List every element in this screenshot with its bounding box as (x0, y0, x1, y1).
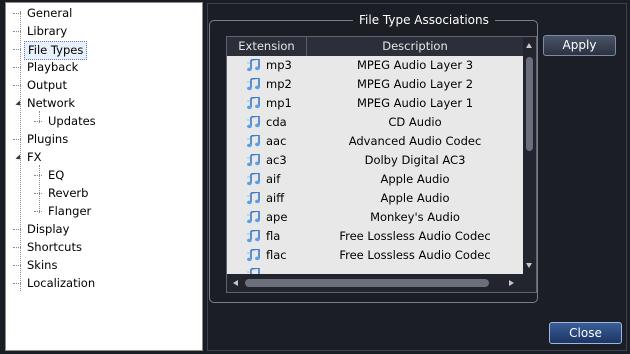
list-header: Extension Description (227, 37, 523, 56)
tree-item-label: Display (27, 222, 70, 236)
tree-item-skins[interactable]: Skins (13, 257, 60, 274)
list-rows: mp3 MPEG Audio Layer 3 mp2 MPEG Audio Layer… (227, 56, 523, 274)
row-description: MPEG Audio Layer 3 (356, 58, 474, 72)
list-item[interactable]: mp3 MPEG Audio Layer 3 (227, 56, 523, 75)
tree-item-shortcuts[interactable]: Shortcuts (13, 239, 85, 256)
tree-item-label: Plugins (27, 132, 69, 146)
horizontal-scrollbar[interactable] (227, 274, 536, 292)
row-description: Free Lossless Audio Codec (339, 248, 491, 262)
audio-file-icon (246, 172, 262, 186)
list-item[interactable]: ac3 Dolby Digital AC3 (227, 151, 523, 170)
tree-item-label: Updates (48, 114, 96, 128)
tree-item-label: EQ (48, 168, 65, 182)
row-extension: aac (266, 134, 287, 148)
scroll-right-arrow-icon[interactable] (509, 280, 514, 286)
tree-item-reverb[interactable]: Reverb (34, 185, 91, 202)
row-extension: ape (266, 210, 288, 224)
row-extension: aiff (266, 191, 285, 205)
group-title: File Type Associations (353, 12, 495, 28)
scroll-up-arrow-icon[interactable] (526, 43, 532, 48)
scroll-down-arrow-icon[interactable] (526, 263, 532, 268)
tree-item-label: Playback (27, 60, 79, 74)
tree-item-label: Library (27, 24, 68, 38)
tree-item-label: Network (27, 96, 76, 110)
audio-file-icon (246, 58, 262, 72)
list-item[interactable]: aif Apple Audio (227, 170, 523, 189)
tree-item-network[interactable]: Network (16, 95, 78, 112)
row-description: Advanced Audio Codec (348, 134, 482, 148)
tree-item-label: Localization (27, 276, 96, 290)
tree-item-fx[interactable]: FX (16, 149, 45, 166)
tree-item-label: FX (27, 150, 42, 164)
column-header-description[interactable]: Description (307, 37, 523, 56)
row-extension: mp3 (266, 58, 292, 72)
row-extension: mp1 (266, 96, 292, 110)
tree-item-plugins[interactable]: Plugins (13, 131, 71, 148)
vertical-scrollbar[interactable] (523, 37, 536, 274)
list-item[interactable]: aiff Apple Audio (227, 189, 523, 208)
row-description: Apple Audio (380, 172, 450, 186)
tree-item-general[interactable]: General (13, 5, 75, 22)
horizontal-scroll-thumb[interactable] (245, 279, 489, 287)
row-description: Apple Audio (380, 191, 450, 205)
list-item[interactable]: ape Monkey's Audio (227, 208, 523, 227)
audio-file-icon (246, 77, 262, 91)
column-header-extension[interactable]: Extension (227, 37, 307, 56)
tree-item-label: Skins (27, 258, 58, 272)
audio-file-icon (246, 229, 262, 243)
audio-file-icon (246, 210, 262, 224)
list-item[interactable]: mp2 MPEG Audio Layer 2 (227, 75, 523, 94)
tree-item-localization[interactable]: Localization (13, 275, 98, 292)
tree-item-library[interactable]: Library (13, 23, 70, 40)
audio-file-icon (246, 191, 262, 205)
audio-file-icon (246, 115, 262, 129)
tree-item-eq[interactable]: EQ (34, 167, 67, 184)
tree-item-label: Reverb (48, 186, 89, 200)
tree-item-label: File Types (24, 41, 88, 60)
file-type-list[interactable]: Extension Description mp3 MPEG Audio Laye… (226, 36, 537, 293)
close-button[interactable]: Close (549, 322, 622, 344)
row-extension: cda (266, 115, 287, 129)
row-description: Dolby Digital AC3 (364, 153, 466, 167)
tree-item-label: Flanger (48, 204, 92, 218)
row-description: CD Audio (388, 115, 442, 129)
row-extension: ac3 (266, 153, 287, 167)
audio-file-icon (246, 248, 262, 262)
tree-item-label: General (27, 6, 73, 20)
audio-file-icon (246, 153, 262, 167)
list-item[interactable]: mp1 MPEG Audio Layer 1 (227, 94, 523, 113)
tree-item-file-types[interactable]: File Types (13, 41, 88, 60)
vertical-scroll-thumb[interactable] (526, 57, 533, 151)
tree-item-updates[interactable]: Updates (34, 113, 99, 130)
row-description: Free Lossless Audio Codec (339, 229, 491, 243)
audio-file-icon (246, 96, 262, 110)
tree-item-playback[interactable]: Playback (13, 59, 81, 76)
tree-item-label: Output (27, 78, 67, 92)
row-extension: flac (266, 248, 287, 262)
apply-button[interactable]: Apply (543, 35, 616, 56)
list-item[interactable]: flac Free Lossless Audio Codec (227, 246, 523, 265)
list-item[interactable]: fla Free Lossless Audio Codec (227, 227, 523, 246)
row-description: MPEG Audio Layer 2 (356, 77, 474, 91)
list-item[interactable] (227, 265, 523, 274)
audio-file-icon (246, 134, 262, 148)
row-extension: aif (266, 172, 281, 186)
list-item[interactable]: cda CD Audio (227, 113, 523, 132)
row-description: MPEG Audio Layer 1 (356, 96, 474, 110)
tree-item-label: Shortcuts (27, 240, 82, 254)
list-item[interactable]: aac Advanced Audio Codec (227, 132, 523, 151)
row-description: Monkey's Audio (370, 210, 460, 224)
tree-item-output[interactable]: Output (13, 77, 70, 94)
row-extension: fla (266, 229, 281, 243)
tree-item-display[interactable]: Display (13, 221, 72, 238)
row-extension: mp2 (266, 77, 292, 91)
tree-item-flanger[interactable]: Flanger (34, 203, 94, 220)
scroll-left-arrow-icon[interactable] (233, 280, 238, 286)
